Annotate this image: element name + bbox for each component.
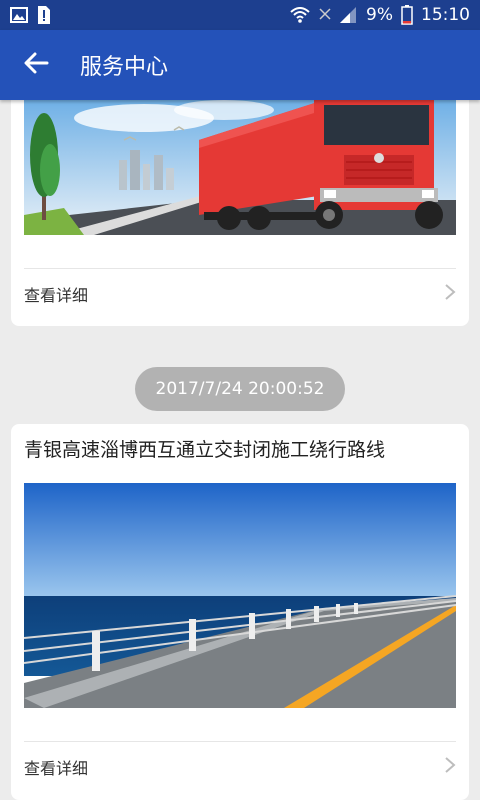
status-bar: 9% 15:10 <box>0 0 480 30</box>
news-image[interactable] <box>24 483 456 708</box>
timestamp-badge: 2017/7/24 20:00:52 <box>135 367 345 411</box>
alert-icon <box>36 6 50 24</box>
feed[interactable]: 查看详细 2017/7/24 20:00:52 青银高速淄博西互通立交封闭施工绕… <box>0 100 480 800</box>
page-title: 服务中心 <box>80 55 169 80</box>
news-card[interactable]: 青银高速淄博西互通立交封闭施工绕行路线 查看详细 <box>11 424 469 800</box>
view-details-label: 查看详细 <box>24 759 89 778</box>
signal-icon <box>340 7 358 23</box>
view-details-link[interactable]: 查看详细 <box>24 741 456 792</box>
back-arrow-icon <box>23 52 49 78</box>
news-card[interactable]: 查看详细 <box>11 100 469 326</box>
clock: 15:10 <box>421 5 470 25</box>
highway-sea-illustration <box>24 483 456 708</box>
image-icon <box>10 7 28 23</box>
app-bar: 服务中心 <box>0 30 480 100</box>
red-truck-illustration <box>24 100 456 235</box>
view-details-label: 查看详细 <box>24 286 89 305</box>
status-right: 9% 15:10 <box>290 5 470 25</box>
wifi-icon <box>290 7 310 23</box>
status-left <box>10 6 50 24</box>
back-button[interactable] <box>8 30 64 100</box>
battery-icon <box>401 5 413 25</box>
news-title: 青银高速淄博西互通立交封闭施工绕行路线 <box>24 439 386 461</box>
battery-percentage: 9% <box>366 5 393 25</box>
news-image[interactable] <box>24 100 456 235</box>
chevron-right-icon <box>444 756 456 778</box>
view-details-link[interactable]: 查看详细 <box>24 268 456 319</box>
no-signal-icon <box>318 7 332 23</box>
chevron-right-icon <box>444 283 456 305</box>
